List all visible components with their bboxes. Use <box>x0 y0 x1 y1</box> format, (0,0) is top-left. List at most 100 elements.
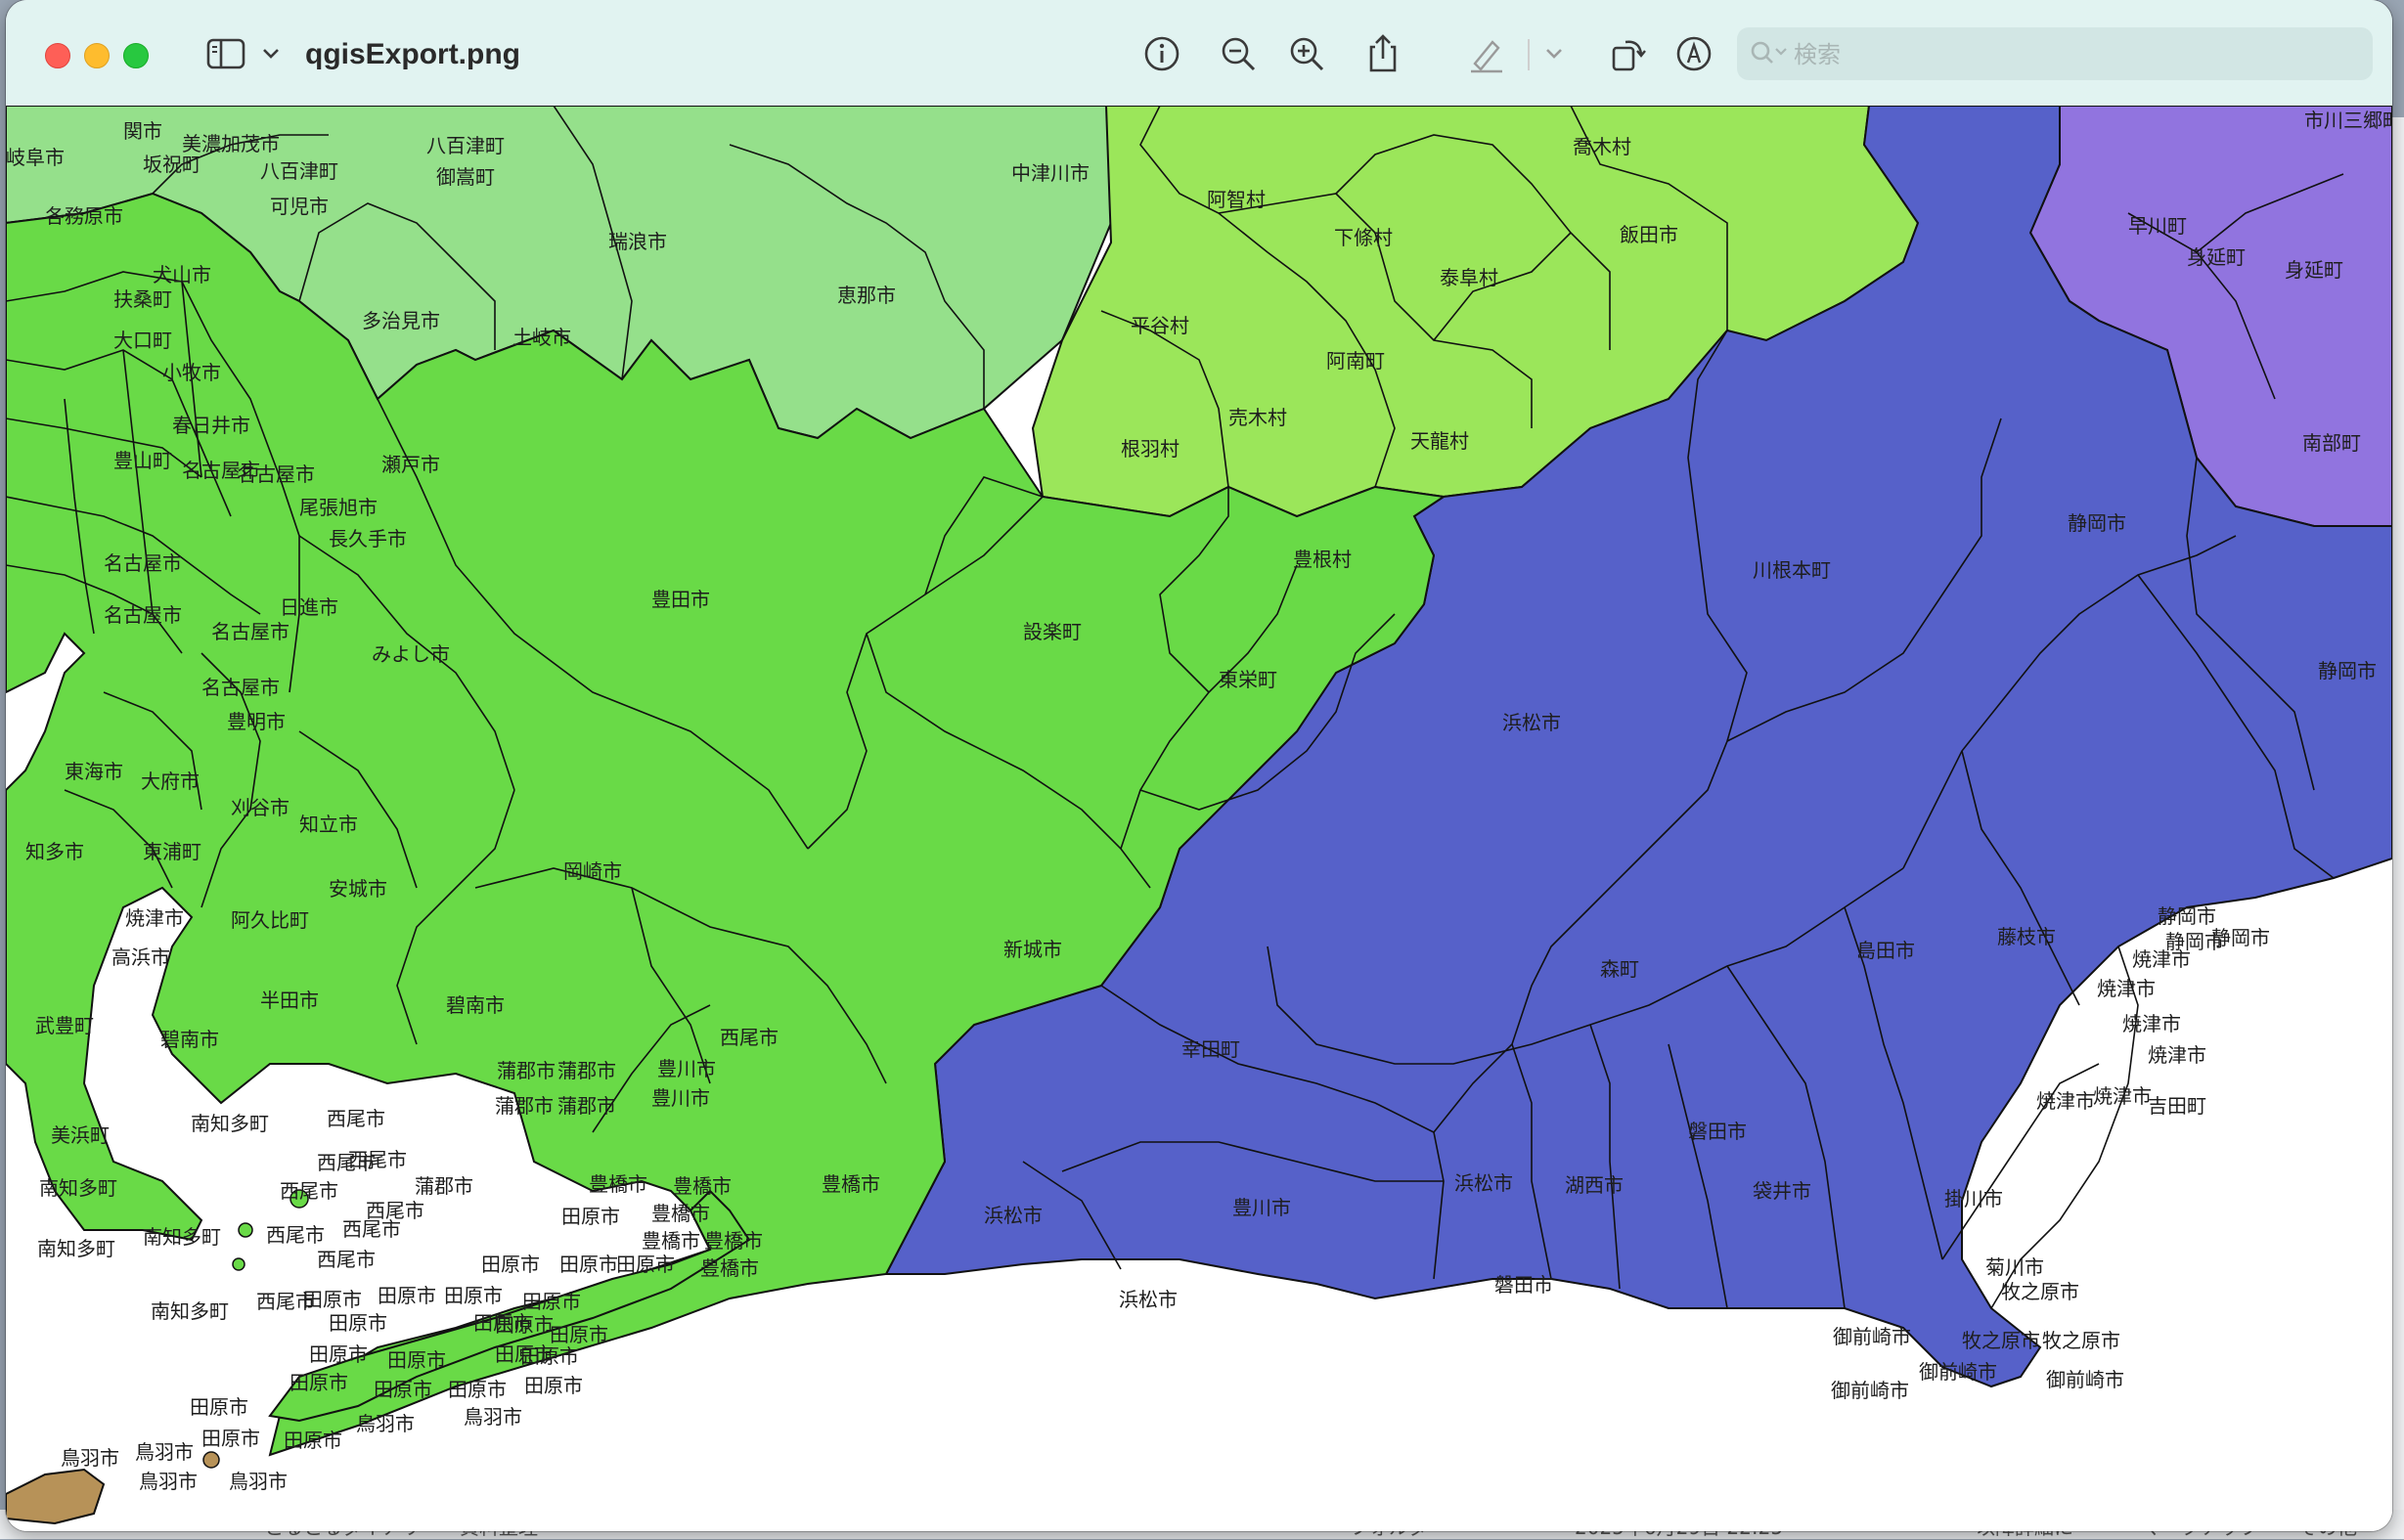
municipality-label: 平谷村 <box>1131 314 1189 337</box>
municipality-label: 田原市 <box>616 1253 675 1276</box>
municipality-label: 可児市 <box>270 195 329 218</box>
municipality-label: 牧之原市 <box>1962 1329 2040 1352</box>
municipality-label: 日進市 <box>280 595 338 619</box>
rotate-button[interactable] <box>1604 33 1651 74</box>
minimize-button[interactable] <box>84 43 110 68</box>
municipality-label: 知立市 <box>299 813 358 836</box>
municipality-label: 中津川市 <box>1011 161 1090 185</box>
municipality-label: 蒲郡市 <box>415 1174 473 1198</box>
share-icon <box>1369 34 1397 72</box>
municipality-label: 知多市 <box>25 840 84 863</box>
municipality-label: 蒲郡市 <box>495 1094 554 1118</box>
highlight-button[interactable] <box>1463 33 1510 74</box>
markup-icon <box>1676 36 1712 71</box>
municipality-label: 静岡市 <box>2068 511 2126 535</box>
municipality-label: 田原市 <box>309 1342 368 1366</box>
search-input[interactable] <box>1792 27 2363 82</box>
municipality-label: 川根本町 <box>1753 558 1831 582</box>
municipality-label: 売木村 <box>1228 406 1287 429</box>
view-menu-button[interactable] <box>256 33 286 74</box>
municipality-label: 刈谷市 <box>231 796 289 819</box>
markup-button[interactable] <box>1670 33 1717 74</box>
municipality-label: 藤枝市 <box>1997 925 2056 948</box>
municipality-label: 碧南市 <box>446 993 505 1017</box>
municipality-label: 鳥羽市 <box>229 1470 288 1493</box>
municipality-label: 美浜町 <box>51 1123 110 1147</box>
municipality-label: 豊明市 <box>227 710 286 733</box>
municipality-label: 安城市 <box>329 877 387 901</box>
municipality-label: 田原市 <box>329 1311 387 1335</box>
municipality-map: 関市岐阜市 坂祝町美濃加茂市 八百津町八百津町 御嵩町可児市各務原市中津川市阿智村喬木… <box>6 106 2392 1531</box>
municipality-label: 焼津市 <box>2093 1084 2152 1108</box>
title-bar: qgisExport.png <box>6 0 2392 107</box>
municipality-label: 小牧市 <box>162 361 221 384</box>
highlight-menu-button[interactable] <box>1539 33 1569 74</box>
municipality-label: 阿智村 <box>1207 188 1266 211</box>
image-canvas: 関市 岐阜市 坂祝町 美濃加茂市 八百津町 八百津町 御嵩町 可児市 各務原市 中津川市 阿智村 喬木… <box>6 106 2392 1531</box>
municipality-label: 牧之原市 <box>2001 1280 2079 1303</box>
municipality-label: 武豊町 <box>35 1014 94 1037</box>
close-button[interactable] <box>45 43 70 68</box>
highlight-pen-icon <box>1471 40 1502 73</box>
municipality-label: 大府市 <box>141 770 200 793</box>
municipality-label: 犬山市 <box>153 263 211 286</box>
municipality-label: 多治見市 <box>362 309 440 332</box>
municipality-label: 浜松市 <box>1119 1288 1178 1311</box>
municipality-label: 豊根村 <box>1293 548 1352 571</box>
share-button[interactable] <box>1359 33 1406 74</box>
municipality-label: 西尾市 <box>327 1107 385 1130</box>
municipality-label: 田原市 <box>444 1284 503 1307</box>
municipality-label: 豊川市 <box>657 1057 716 1080</box>
zoom-out-button[interactable] <box>1215 33 1262 74</box>
municipality-label: 静岡市 <box>2318 659 2377 682</box>
municipality-label: 下條村 <box>1334 226 1393 249</box>
municipality-label: 坂祝町 <box>143 153 201 176</box>
municipality-label: 掛川市 <box>1944 1187 2003 1210</box>
municipality-label: 岐阜市 <box>6 146 65 169</box>
municipality-label: 御前崎市 <box>1831 1379 1909 1402</box>
municipality-label: 田原市 <box>378 1284 436 1307</box>
search-field[interactable] <box>1737 27 2373 82</box>
municipality-label: 田原市 <box>473 1311 532 1335</box>
municipality-label: 泰阜村 <box>1440 266 1498 289</box>
municipality-label: 田原市 <box>374 1378 432 1401</box>
municipality-label: 田原市 <box>387 1348 446 1372</box>
municipality-label: 田原市 <box>481 1253 540 1276</box>
municipality-label: 田原市 <box>201 1427 260 1450</box>
municipality-label: 西尾市 <box>317 1248 376 1271</box>
municipality-label: 南知多町 <box>143 1225 221 1249</box>
municipality-label: 豊橋市 <box>704 1229 763 1253</box>
zoom-in-button[interactable] <box>1283 33 1330 74</box>
municipality-label: 岡崎市 <box>563 859 622 883</box>
municipality-label: 長久手市 <box>329 527 407 550</box>
info-button[interactable] <box>1138 33 1185 74</box>
fullscreen-button[interactable] <box>123 43 149 68</box>
municipality-label: 南部町 <box>2302 431 2361 455</box>
municipality-label: 大口町 <box>113 329 172 352</box>
municipality-label: 南知多町 <box>39 1176 117 1200</box>
municipality-label: みよし市 <box>372 642 450 666</box>
municipality-label: 根羽村 <box>1121 437 1180 461</box>
municipality-label: 田原市 <box>289 1371 348 1394</box>
municipality-label: 高浜市 <box>111 946 170 969</box>
municipality-label: 西尾市 <box>342 1217 401 1241</box>
background-window-edge <box>2392 117 2404 1510</box>
municipality-label: 阿久比町 <box>231 908 309 932</box>
municipality-label: 尾張旭市 <box>299 496 378 519</box>
municipality-label: 田原市 <box>284 1429 342 1452</box>
municipality-label: 島田市 <box>1856 939 1915 962</box>
search-icon <box>1751 41 1787 64</box>
municipality-label: 関市 <box>123 119 162 143</box>
island <box>232 1257 245 1271</box>
sidebar-toggle-icon <box>206 38 245 69</box>
municipality-label: 鳥羽市 <box>464 1405 522 1429</box>
island <box>238 1222 253 1238</box>
municipality-label: 湖西市 <box>1565 1173 1624 1197</box>
municipality-label: 美濃加茂市 <box>182 132 280 155</box>
municipality-label: 東海市 <box>65 760 123 783</box>
sidebar-toggle-button[interactable] <box>201 33 250 74</box>
municipality-label: 西尾市 <box>266 1223 325 1247</box>
municipality-label: 八百津町 <box>426 134 505 157</box>
municipality-label: 豊橋市 <box>642 1229 700 1253</box>
municipality-label: 扶桑町 <box>113 287 172 311</box>
